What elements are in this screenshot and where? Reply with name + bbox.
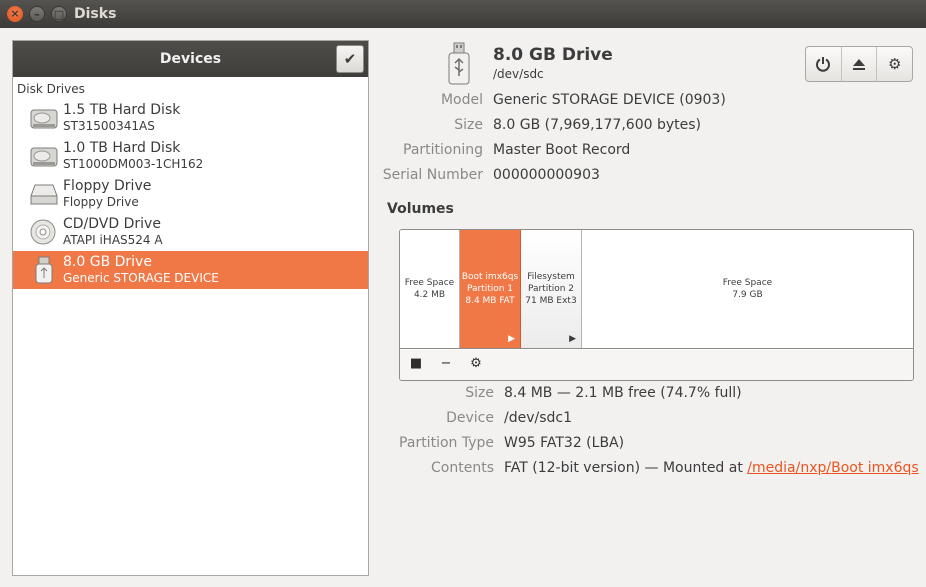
contents-value: FAT (12-bit version) — Mounted at /media… (504, 460, 919, 476)
segment-line: Partition 1 (466, 284, 514, 294)
segment-line: Partition 2 (527, 284, 575, 294)
usb-drive-icon (35, 256, 53, 284)
gears-icon: ⚙ (470, 356, 482, 371)
device-model: Floppy Drive (63, 195, 139, 209)
size-label: Size (454, 117, 483, 133)
segment-line: Filesystem (527, 272, 575, 282)
contents-text: FAT (12-bit version) — Mounted at (504, 460, 748, 476)
model-value: Generic STORAGE DEVICE (0903) (493, 92, 726, 108)
device-name: 8.0 GB Drive (63, 254, 152, 270)
volume-segment-free-space-1[interactable]: Free Space 4.2 MB (400, 230, 460, 348)
maximize-window-button[interactable]: □ (51, 6, 67, 22)
model-label: Model (440, 92, 483, 108)
partition-size-value: 8.4 MB — 2.1 MB free (74.7% full) (504, 385, 742, 401)
device-item-floppy-drive[interactable]: Floppy Drive Floppy Drive (13, 175, 368, 213)
drive-title: 8.0 GB Drive (493, 45, 613, 65)
partitioning-value: Master Boot Record (493, 142, 631, 158)
select-mode-button[interactable]: ✔ (336, 45, 364, 73)
device-item-1-0tb-hard-disk[interactable]: 1.0 TB Hard Disk ST1000DM003-1CH162 (13, 137, 368, 175)
drive-settings-button[interactable]: ⚙ (877, 47, 912, 81)
gear-icon: ⚙ (887, 55, 902, 73)
minimize-window-button[interactable]: – (29, 6, 45, 22)
device-item-cd-dvd-drive[interactable]: CD/DVD Drive ATAPI iHAS524 A (13, 213, 368, 251)
window-title: Disks (74, 6, 117, 22)
eject-icon (853, 59, 865, 70)
device-name: 1.5 TB Hard Disk (63, 102, 181, 118)
device-model: ST31500341AS (63, 119, 155, 133)
segment-line: Free Space (404, 278, 455, 288)
segment-line: 71 MB Ext3 (525, 296, 577, 306)
volume-toolbar: ■ − ⚙ (400, 350, 913, 380)
volume-segment-partition-1[interactable]: Boot imx6qs Partition 1 8.4 MB FAT ▶ (460, 230, 521, 348)
minus-icon: − (440, 356, 452, 371)
contents-label: Contents (431, 460, 494, 476)
volumes-heading: Volumes (387, 201, 454, 217)
device-item-1-5tb-hard-disk[interactable]: 1.5 TB Hard Disk ST31500341AS (13, 99, 368, 137)
device-name: CD/DVD Drive (63, 216, 161, 232)
device-name: Floppy Drive (63, 178, 152, 194)
hard-disk-icon (30, 147, 58, 167)
partition-device-label: Device (446, 410, 494, 426)
volume-segment-partition-2[interactable]: Filesystem Partition 2 71 MB Ext3 ▶ (521, 230, 582, 348)
drive-action-buttons: ⚙ (805, 46, 913, 82)
partition-type-value: W95 FAT32 (LBA) (504, 435, 625, 451)
volume-segment-free-space-2[interactable]: Free Space 7.9 GB (582, 230, 913, 348)
partition-settings-button[interactable]: ⚙ (466, 356, 486, 374)
mounted-indicator-icon: ▶ (508, 334, 515, 344)
mounted-indicator-icon: ▶ (569, 334, 576, 344)
device-model: Generic STORAGE DEVICE (63, 271, 219, 285)
devices-sidebar: Devices ✔ Disk Drives 1.5 TB Hard Disk S… (12, 40, 369, 576)
unmount-button[interactable]: ■ (406, 356, 426, 374)
device-model: ATAPI iHAS524 A (63, 233, 163, 247)
partition-device-value: /dev/sdc1 (504, 410, 573, 426)
segment-line: 4.2 MB (413, 290, 446, 300)
segment-line: Boot imx6qs (461, 272, 519, 282)
eject-button[interactable] (842, 47, 878, 81)
floppy-drive-icon (30, 184, 58, 205)
volume-map: Free Space 4.2 MB Boot imx6qs Partition … (400, 230, 913, 349)
segment-line: Free Space (722, 278, 773, 288)
usb-drive-icon (448, 42, 470, 85)
checkmark-icon: ✔ (343, 50, 357, 68)
optical-disc-icon (30, 219, 56, 245)
title-bar: × – □ Disks (0, 0, 926, 28)
drive-device-path: /dev/sdc (493, 67, 544, 81)
segment-line: 8.4 MB FAT (465, 296, 515, 306)
device-model: ST1000DM003-1CH162 (63, 157, 204, 171)
power-icon (816, 57, 831, 72)
device-name: 1.0 TB Hard Disk (63, 140, 181, 156)
device-item-8gb-drive[interactable]: 8.0 GB Drive Generic STORAGE DEVICE (13, 251, 368, 289)
hard-disk-icon (30, 109, 58, 129)
stop-icon: ■ (409, 356, 423, 371)
volume-map-frame: Free Space 4.2 MB Boot imx6qs Partition … (399, 229, 914, 381)
power-off-button[interactable] (806, 47, 842, 81)
partition-size-label: Size (465, 385, 494, 401)
mount-point-link[interactable]: /media/nxp/Boot imx6qs (747, 460, 918, 476)
delete-partition-button[interactable]: − (436, 356, 456, 374)
serial-number-label: Serial Number (382, 167, 483, 183)
serial-number-value: 000000000903 (493, 167, 600, 183)
disk-drives-section-label: Disk Drives (17, 82, 85, 96)
partition-type-label: Partition Type (399, 435, 494, 451)
segment-line: 7.9 GB (732, 290, 763, 300)
size-value: 8.0 GB (7,969,177,600 bytes) (493, 117, 701, 133)
devices-header-label: Devices (159, 51, 222, 67)
partitioning-label: Partitioning (403, 142, 483, 158)
close-window-button[interactable]: × (7, 6, 23, 22)
devices-header: Devices ✔ (13, 41, 368, 77)
